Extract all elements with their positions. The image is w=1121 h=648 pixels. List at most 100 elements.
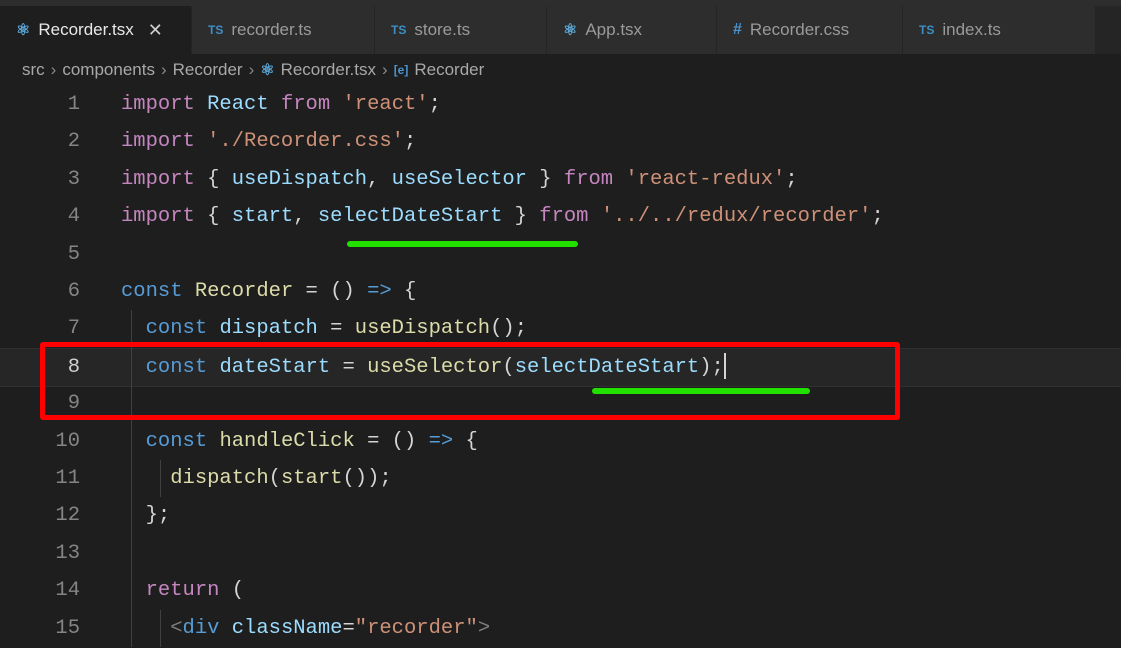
code-token: ( bbox=[219, 579, 245, 603]
code-text: import { useDispatch, useSelector } from… bbox=[121, 161, 798, 198]
close-icon[interactable]: ✕ bbox=[148, 20, 163, 41]
code-token: dispatch bbox=[170, 467, 269, 490]
code-token: dispatch bbox=[219, 317, 318, 341]
react-icon: ⚛ bbox=[16, 22, 31, 39]
line-number: 13 bbox=[55, 541, 80, 565]
code-token: 'react-redux' bbox=[625, 167, 786, 191]
code-token: const bbox=[145, 429, 208, 453]
code-token: from bbox=[539, 205, 589, 229]
code-token: "recorder" bbox=[354, 616, 478, 640]
code-token: useSelector bbox=[391, 167, 527, 191]
ts-icon: TS bbox=[391, 23, 407, 37]
breadcrumb-item[interactable]: src bbox=[22, 60, 45, 80]
code-token: => bbox=[367, 280, 392, 303]
code-line[interactable]: 1 import React from 'react'; bbox=[0, 86, 1121, 123]
tab-label: index.ts bbox=[942, 20, 1001, 39]
annotation-red-box bbox=[40, 342, 900, 420]
code-token: from bbox=[563, 167, 614, 191]
code-token: < bbox=[170, 616, 183, 640]
code-token: start bbox=[280, 467, 343, 490]
code-token: } bbox=[526, 167, 564, 191]
code-token: { bbox=[391, 280, 417, 303]
code-token: Recorder bbox=[194, 280, 294, 303]
tab-recorder-ts[interactable]: TS recorder.ts bbox=[192, 6, 375, 54]
code-line[interactable]: 12 }; bbox=[0, 497, 1121, 534]
line-number: 6 bbox=[67, 280, 80, 303]
code-token: className bbox=[231, 616, 343, 640]
code-token: }; bbox=[121, 504, 171, 528]
code-line[interactable]: 13 bbox=[0, 535, 1121, 572]
code-line[interactable]: 11 dispatch(start()); bbox=[0, 460, 1121, 497]
code-token: { bbox=[194, 167, 232, 191]
code-token: => bbox=[428, 429, 454, 453]
css-icon: # bbox=[733, 21, 742, 38]
breadcrumb-item[interactable]: Recorder bbox=[173, 60, 243, 80]
code-token: , bbox=[293, 205, 318, 229]
breadcrumb-item[interactable]: Recorder bbox=[414, 60, 484, 80]
code-text: dispatch(start()); bbox=[121, 460, 391, 497]
code-token: 'react' bbox=[342, 93, 429, 116]
code-line[interactable]: 4 import { start, selectDateStart } from … bbox=[0, 198, 1121, 235]
tab-label: Recorder.tsx bbox=[38, 20, 134, 39]
code-token: > bbox=[477, 616, 491, 640]
line-number: 14 bbox=[55, 579, 80, 603]
tab-index-ts[interactable]: TS index.ts bbox=[903, 6, 1096, 54]
tab-label: recorder.ts bbox=[231, 20, 312, 39]
code-token: { bbox=[453, 429, 478, 453]
tab-recorder-tsx[interactable]: ⚛ Recorder.tsx ✕ bbox=[0, 6, 192, 54]
line-number: 4 bbox=[67, 205, 80, 229]
code-token: useDispatch bbox=[231, 167, 368, 191]
code-token: const bbox=[145, 317, 208, 341]
code-token: handleClick bbox=[219, 429, 355, 453]
code-token: import bbox=[121, 93, 195, 116]
code-token: { bbox=[194, 205, 232, 229]
react-icon: ⚛ bbox=[563, 22, 578, 39]
code-line[interactable]: 14 return ( bbox=[0, 572, 1121, 609]
tab-label: store.ts bbox=[414, 20, 471, 39]
code-line[interactable]: 2 import './Recorder.css'; bbox=[0, 123, 1121, 160]
code-token: , bbox=[367, 167, 392, 191]
code-line[interactable]: 10 const handleClick = () => { bbox=[0, 423, 1121, 460]
react-icon: ⚛ bbox=[260, 62, 275, 79]
code-line[interactable]: 3 import { useDispatch, useSelector } fro… bbox=[0, 161, 1121, 198]
ts-icon: TS bbox=[919, 23, 935, 37]
line-number: 12 bbox=[55, 504, 80, 528]
line-number: 11 bbox=[55, 467, 80, 490]
code-token: return bbox=[145, 579, 220, 603]
breadcrumb-item[interactable]: Recorder.tsx bbox=[281, 60, 376, 80]
ts-icon: TS bbox=[208, 23, 224, 37]
code-token: ; bbox=[871, 205, 884, 229]
symbol-icon: [e] bbox=[393, 63, 409, 77]
tab-label: Recorder.css bbox=[749, 20, 850, 39]
code-token: ; bbox=[428, 93, 441, 116]
breadcrumb-item[interactable]: components bbox=[62, 60, 155, 80]
tab-label: App.tsx bbox=[585, 20, 643, 39]
code-token: = () bbox=[293, 280, 368, 303]
code-text: <div className="recorder"> bbox=[121, 610, 490, 647]
chevron-right-icon: › bbox=[382, 60, 388, 79]
line-number: 1 bbox=[67, 93, 80, 116]
line-number: 3 bbox=[67, 167, 80, 191]
code-text: import './Recorder.css'; bbox=[121, 123, 416, 160]
code-text: import { start, selectDateStart } from '… bbox=[121, 198, 884, 235]
tab-store-ts[interactable]: TS store.ts bbox=[375, 6, 547, 54]
annotation-underline-selector bbox=[592, 388, 810, 394]
tab-app-tsx[interactable]: ⚛ App.tsx bbox=[547, 6, 717, 54]
breadcrumb: src › components › Recorder › ⚛ Recorder.tsx › [e… bbox=[22, 60, 484, 80]
code-token: useDispatch bbox=[354, 317, 491, 341]
indent-guide bbox=[160, 609, 161, 647]
code-token: './Recorder.css' bbox=[207, 130, 404, 154]
line-number: 2 bbox=[67, 130, 80, 154]
tab-recorder-css[interactable]: # Recorder.css bbox=[717, 6, 903, 54]
code-line[interactable]: 15 <div className="recorder"> bbox=[0, 610, 1121, 647]
chevron-right-icon: › bbox=[50, 60, 57, 79]
code-line[interactable]: 6 const Recorder = () => { bbox=[0, 273, 1121, 310]
